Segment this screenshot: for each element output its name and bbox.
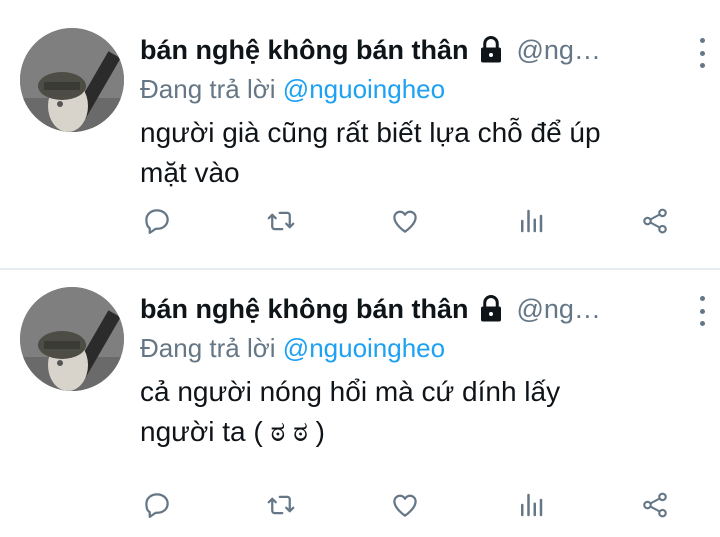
analytics-icon (521, 209, 543, 233)
tweet-actions (140, 488, 680, 524)
tweet-text-line: mặt vào (140, 157, 240, 188)
like-button[interactable] (388, 204, 422, 238)
tweet-text-line: người ta ( ಠ ಠ ) (140, 416, 325, 447)
tweet-text-line: người già cũng rất biết lựa chỗ để úp (140, 117, 601, 148)
replying-to: Đang trả lời @nguoingheo (140, 74, 700, 105)
more-vertical-icon[interactable] (694, 38, 710, 68)
tweet[interactable]: bán nghệ không bán thân @ng… Đang trả lờ… (0, 0, 720, 268)
author-handle[interactable]: @ng… (516, 294, 612, 325)
share-button[interactable] (638, 204, 672, 238)
tweet-actions (140, 204, 680, 240)
reply-icon (145, 493, 169, 518)
share-button[interactable] (638, 488, 672, 522)
reply-mention-link[interactable]: @nguoingheo (283, 333, 445, 363)
like-button[interactable] (388, 488, 422, 522)
avatar[interactable] (20, 28, 124, 132)
reply-mention-link[interactable]: @nguoingheo (283, 74, 445, 104)
reply-prefix: Đang trả lời (140, 333, 276, 363)
avatar[interactable] (20, 287, 124, 391)
reply-prefix: Đang trả lời (140, 74, 276, 104)
tweet-text-line: cả người nóng hổi mà cứ dính lấy (140, 376, 561, 407)
reply-button[interactable] (140, 488, 174, 522)
share-icon (643, 492, 667, 518)
tweet-text: cả người nóng hổi mà cứ dính lấy người t… (140, 372, 700, 452)
retweet-icon (267, 211, 295, 231)
author-name[interactable]: bán nghệ không bán thân (140, 294, 468, 325)
author-handle[interactable]: @ng… (516, 35, 612, 66)
tweet-text: người già cũng rất biết lựa chỗ để úp mặ… (140, 113, 700, 193)
tweet[interactable]: bán nghệ không bán thân @ng… Đang trả lờ… (0, 268, 720, 537)
heart-icon (393, 494, 417, 517)
reply-button[interactable] (140, 204, 174, 238)
heart-icon (393, 210, 417, 233)
retweet-icon (267, 495, 295, 515)
more-vertical-icon[interactable] (694, 296, 710, 326)
author-name[interactable]: bán nghệ không bán thân (140, 35, 468, 66)
lock-icon (476, 35, 506, 65)
retweet-button[interactable] (264, 488, 298, 522)
share-icon (643, 208, 667, 234)
replying-to: Đang trả lời @nguoingheo (140, 333, 700, 364)
lock-icon (476, 294, 506, 324)
analytics-icon (521, 493, 543, 517)
analytics-button[interactable] (514, 488, 548, 522)
retweet-button[interactable] (264, 204, 298, 238)
reply-icon (145, 209, 169, 234)
analytics-button[interactable] (514, 204, 548, 238)
